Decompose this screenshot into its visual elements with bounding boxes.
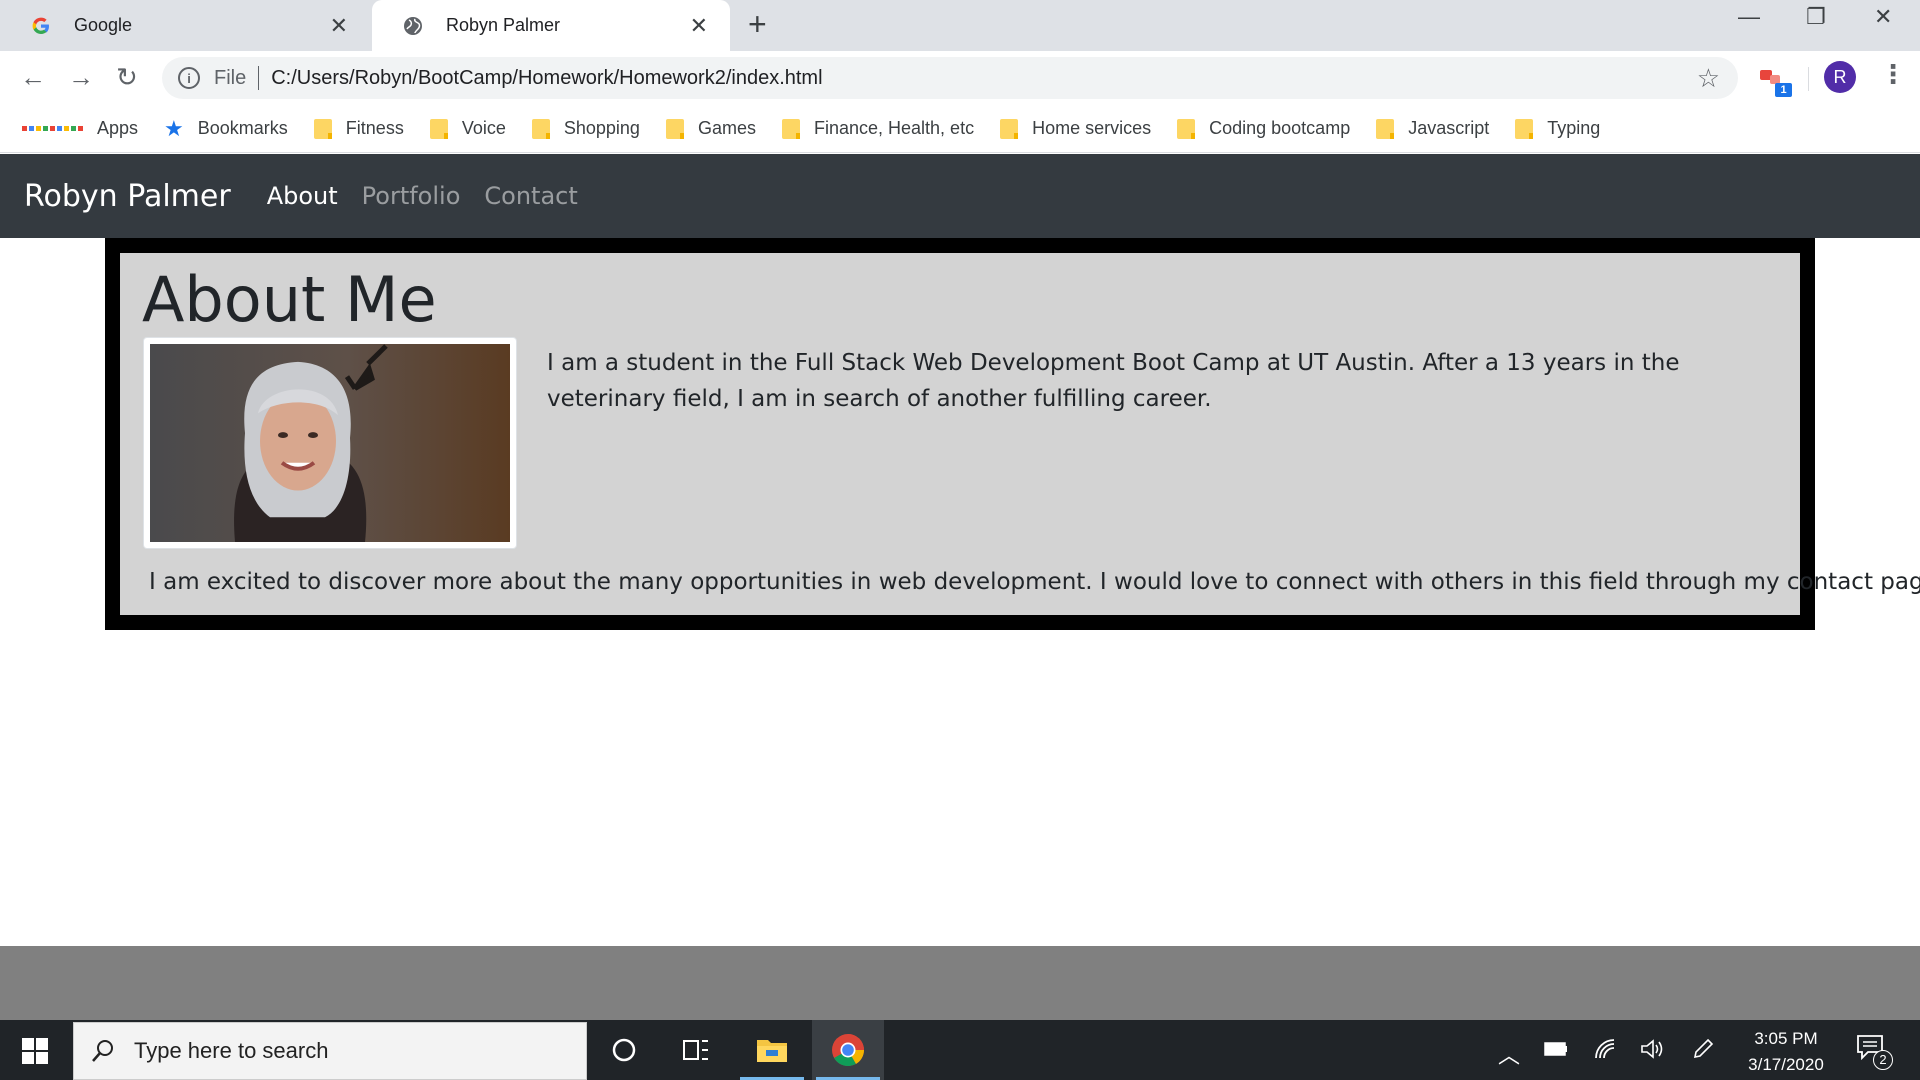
volume-icon[interactable] [1640, 1038, 1664, 1060]
profile-photo [150, 344, 510, 542]
google-icon [30, 15, 52, 37]
bookmark-label: Fitness [345, 118, 404, 138]
folder-icon [1515, 118, 1534, 139]
reload-icon[interactable]: ↻ [116, 62, 138, 93]
address-scheme: File [214, 66, 247, 89]
taskbar-search-box[interactable]: Type here to search [73, 1022, 587, 1080]
bookmark-label: Javascript [1408, 118, 1490, 138]
bookmark-label: Apps [97, 118, 139, 138]
notification-count-badge: 2 [1873, 1050, 1893, 1070]
info-icon[interactable]: i [178, 67, 200, 89]
toolbar-divider [1808, 67, 1809, 91]
battery-icon[interactable] [1544, 1042, 1568, 1056]
wifi-icon[interactable] [1594, 1038, 1616, 1060]
tab-robyn-palmer[interactable]: Robyn Palmer ✕ [372, 0, 730, 51]
bookmark-folder[interactable]: Finance, Health, etc [781, 118, 975, 139]
close-tab-icon[interactable]: ✕ [690, 13, 708, 39]
bookmark-folder[interactable]: Typing [1515, 118, 1600, 139]
new-tab-button[interactable]: + [748, 6, 767, 43]
bookmark-label: Voice [461, 118, 506, 138]
address-bar[interactable]: i File C:/Users/Robyn/BootCamp/Homework/… [162, 57, 1738, 99]
browser-tab-strip: Google ✕ Robyn Palmer ✕ + — ❐ ✕ [0, 0, 1920, 51]
back-icon[interactable]: ← [20, 62, 46, 93]
site-navbar: Robyn Palmer About Portfolio Contact [0, 154, 1920, 238]
bookmark-bookmarks[interactable]: ★ Bookmarks [164, 116, 288, 142]
close-window-icon[interactable]: ✕ [1874, 4, 1892, 30]
folder-icon [313, 118, 332, 139]
profile-photo-frame [143, 337, 517, 549]
nav-link-portfolio[interactable]: Portfolio [362, 182, 461, 210]
system-clock[interactable]: 3:05 PM 3/17/2020 [1736, 1026, 1836, 1078]
search-icon [92, 1040, 113, 1062]
folder-icon [429, 118, 448, 139]
globe-icon [402, 15, 424, 37]
apps-grid-icon [22, 126, 83, 131]
show-hidden-icons-chevron-icon[interactable]: ︿ [1498, 1038, 1520, 1070]
minimize-icon[interactable]: — [1738, 4, 1760, 30]
bookmark-label: Shopping [563, 118, 640, 138]
browser-toolbar: ← → ↻ i File C:/Users/Robyn/BootCamp/Hom… [0, 51, 1920, 105]
bookmark-folder[interactable]: Games [665, 118, 756, 139]
forward-icon[interactable]: → [68, 62, 94, 93]
bookmark-folder[interactable]: Javascript [1376, 118, 1489, 139]
pen-icon[interactable] [1692, 1038, 1714, 1062]
bookmark-label: Bookmarks [197, 118, 288, 138]
file-explorer-icon[interactable] [736, 1020, 808, 1080]
bookmark-label: Games [697, 118, 756, 138]
tab-title: Robyn Palmer [446, 15, 561, 35]
windows-taskbar: Type here to search ︿ 3:05 PM 3/17/2020 … [0, 1020, 1920, 1080]
address-divider [258, 66, 260, 90]
tab-title: Google [74, 15, 133, 35]
bookmarks-bar: Apps ★ Bookmarks Fitness Voice Shopping … [0, 105, 1920, 153]
clock-date: 3/17/2020 [1748, 1055, 1824, 1074]
folder-icon [531, 118, 550, 139]
page-title: About Me [142, 263, 437, 336]
bookmark-folder[interactable]: Voice [429, 118, 506, 139]
chrome-taskbar-icon[interactable] [812, 1020, 884, 1080]
profile-avatar[interactable]: R [1824, 61, 1856, 93]
nav-link-contact[interactable]: Contact [484, 182, 577, 210]
clock-time: 3:05 PM [1754, 1029, 1818, 1048]
folder-icon [665, 118, 684, 139]
about-outro-text: I am excited to discover more about the … [149, 569, 1920, 595]
site-brand[interactable]: Robyn Palmer [24, 179, 231, 214]
bookmark-apps[interactable]: Apps [22, 118, 138, 139]
tab-google[interactable]: Google ✕ [0, 0, 370, 51]
bookmark-label: Typing [1547, 118, 1601, 138]
folder-icon [781, 118, 800, 139]
about-intro-text: I am a student in the Full Stack Web Dev… [547, 350, 1680, 412]
folder-icon [1177, 118, 1196, 139]
restore-icon[interactable]: ❐ [1806, 4, 1826, 30]
star-icon: ★ [164, 115, 184, 141]
bookmark-folder[interactable]: Shopping [531, 118, 640, 139]
folder-icon [1000, 118, 1019, 139]
nav-link-about[interactable]: About [267, 182, 338, 210]
cortana-icon[interactable] [588, 1020, 660, 1080]
bookmark-label: Home services [1032, 118, 1152, 138]
bookmark-folder[interactable]: Coding bootcamp [1177, 118, 1350, 139]
task-view-icon[interactable] [660, 1020, 732, 1080]
close-tab-icon[interactable]: ✕ [330, 13, 348, 39]
windows-start-icon[interactable] [22, 1038, 48, 1064]
address-url[interactable]: C:/Users/Robyn/BootCamp/Homework/Homewor… [271, 67, 822, 90]
extension-badge: 1 [1775, 83, 1792, 97]
more-menu-icon[interactable]: ⋮ [1880, 59, 1906, 90]
bookmark-folder[interactable]: Fitness [313, 118, 404, 139]
bookmark-label: Coding bootcamp [1209, 118, 1351, 138]
bookmark-star-icon[interactable]: ☆ [1697, 63, 1720, 94]
bookmark-label: Finance, Health, etc [813, 118, 975, 138]
folder-icon [1376, 118, 1395, 139]
about-section: About Me I am a student in the Full Stac… [105, 238, 1920, 630]
bookmark-folder[interactable]: Home services [1000, 118, 1151, 139]
page-footer [0, 946, 1920, 1020]
search-placeholder: Type here to search [134, 1038, 329, 1063]
